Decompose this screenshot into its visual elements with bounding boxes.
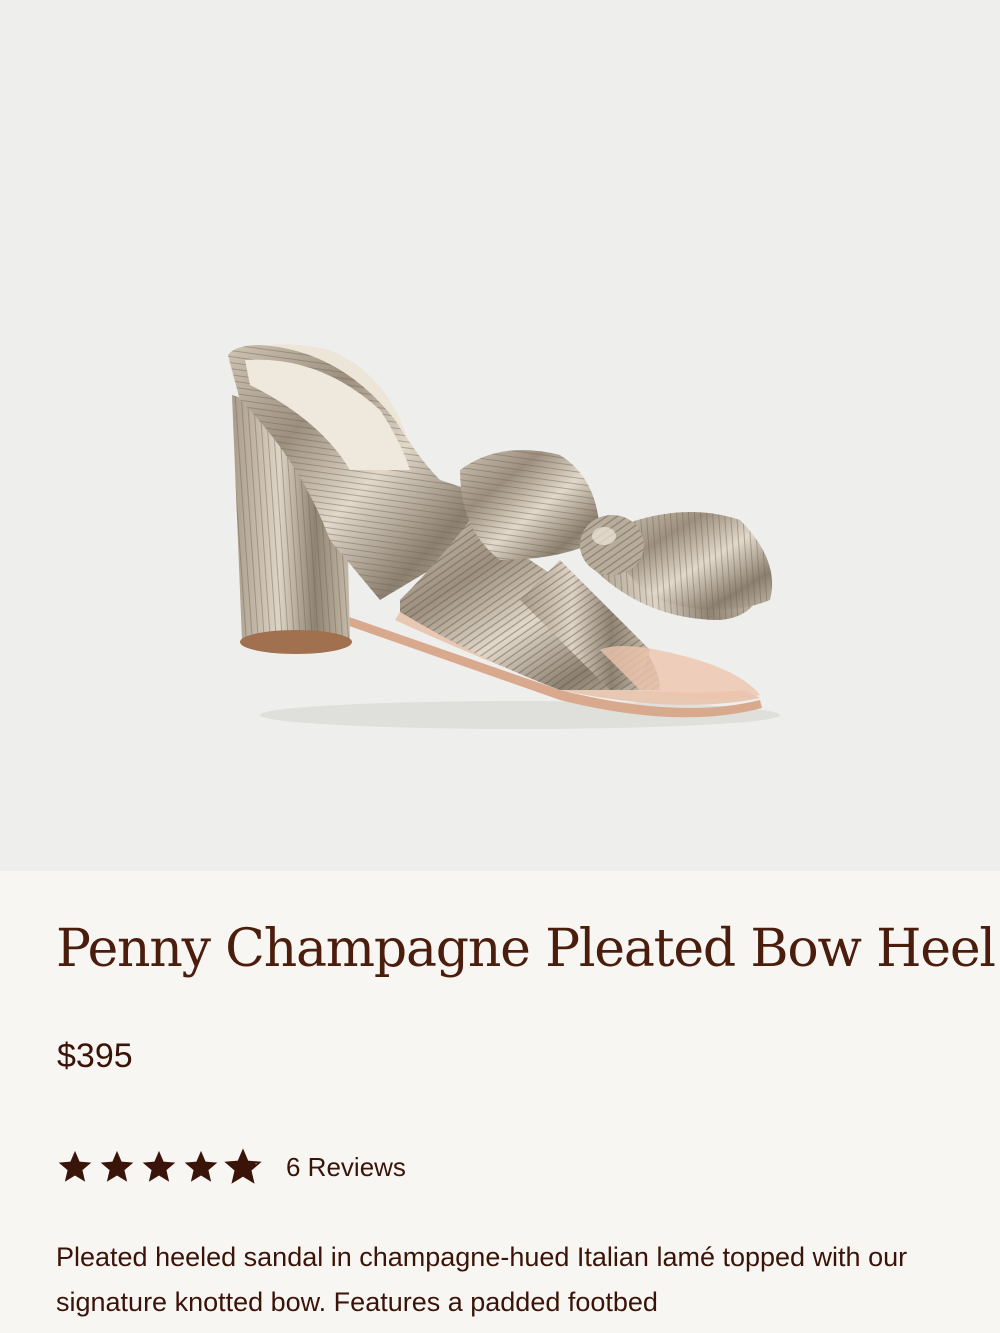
star-icon bbox=[142, 1150, 176, 1182]
product-page: Penny Champagne Pleated Bow Heel $395 6 … bbox=[0, 0, 1000, 1333]
star-icon bbox=[184, 1150, 218, 1182]
product-price: $395 bbox=[57, 1037, 133, 1075]
product-title: Penny Champagne Pleated Bow Heel bbox=[56, 919, 996, 979]
product-rating[interactable]: 6 Reviews bbox=[56, 1147, 406, 1187]
reviews-link[interactable]: 6 Reviews bbox=[286, 1152, 406, 1183]
product-image-area[interactable] bbox=[0, 0, 1000, 871]
product-description: Pleated heeled sandal in champagne-hued … bbox=[56, 1242, 908, 1317]
rating-stars bbox=[56, 1148, 262, 1186]
star-icon bbox=[224, 1148, 262, 1184]
product-image[interactable] bbox=[0, 0, 1000, 871]
star-icon bbox=[58, 1150, 92, 1182]
star-icon bbox=[100, 1150, 134, 1182]
product-info: Penny Champagne Pleated Bow Heel $395 6 … bbox=[0, 871, 1000, 1333]
